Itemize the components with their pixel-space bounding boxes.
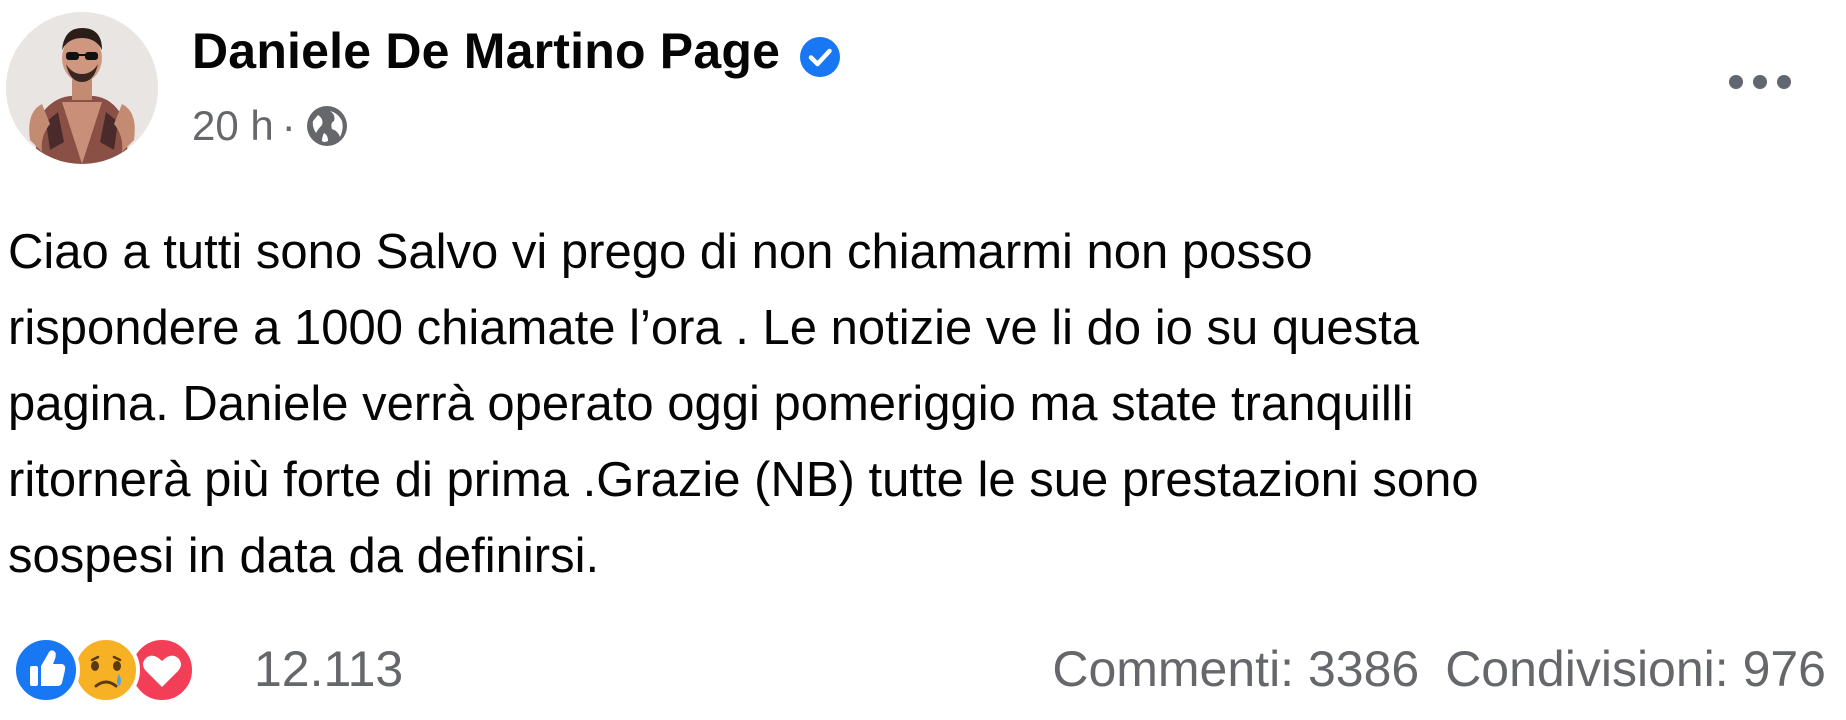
reaction-count[interactable]: 12.113	[254, 640, 403, 698]
reactions-summary[interactable]	[6, 634, 226, 706]
shares-count[interactable]: Condivisioni: 976	[1445, 640, 1826, 698]
post-meta: 20 h ·	[192, 102, 350, 150]
verified-badge-icon	[800, 31, 841, 77]
page-name-text[interactable]: Daniele De Martino Page	[192, 22, 780, 80]
globe-icon[interactable]	[304, 103, 350, 149]
facebook-post: Daniele De Martino Page 20 h · Ciao a tu…	[0, 0, 1846, 720]
avatar[interactable]	[6, 12, 158, 164]
avatar-image	[6, 12, 158, 164]
like-icon	[12, 636, 80, 704]
post-stats: Commenti: 3386 Condivisioni: 976	[1052, 640, 1826, 698]
post-footer: 12.113 Commenti: 3386 Condivisioni: 976	[0, 630, 1846, 710]
meta-separator: ·	[281, 102, 296, 149]
page-name[interactable]: Daniele De Martino Page	[192, 22, 841, 80]
comments-count[interactable]: Commenti: 3386	[1052, 640, 1419, 698]
post-text: Ciao a tutti sono Salvo vi prego di non …	[8, 225, 1479, 583]
more-options-icon[interactable]	[1726, 72, 1794, 92]
post-time[interactable]: 20 h	[192, 102, 274, 150]
sad-icon	[72, 636, 140, 704]
